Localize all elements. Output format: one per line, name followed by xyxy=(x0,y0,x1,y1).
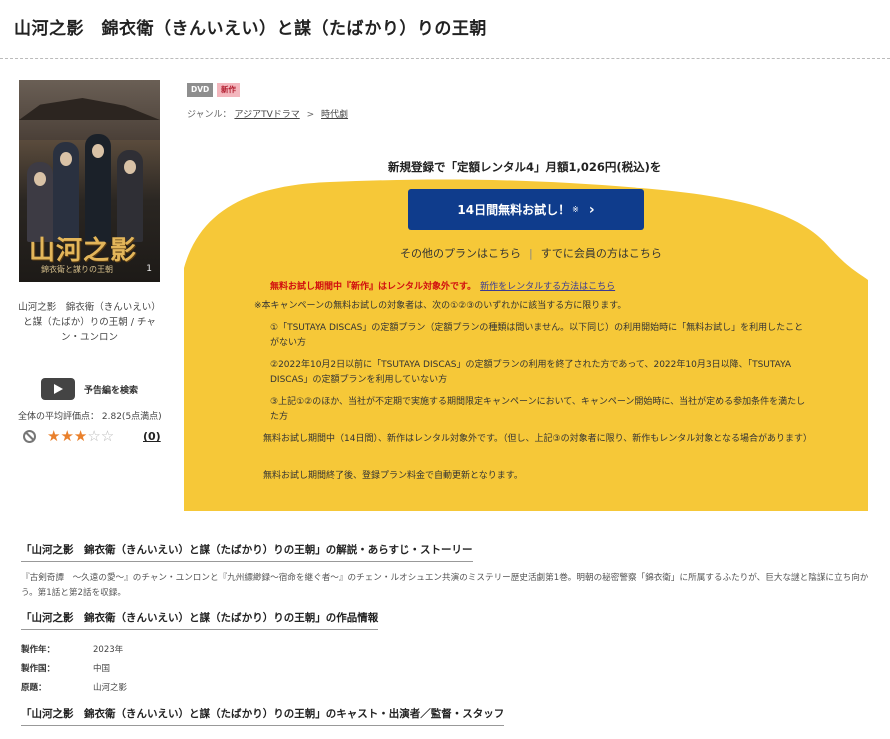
genre-link-asia-tv-drama[interactable]: アジアTVドラマ xyxy=(234,110,299,120)
genre-breadcrumb: ジャンル： アジアTVドラマ > 時代劇 xyxy=(187,107,348,120)
poster-caption: 山河之影 錦衣衛（きんいえい）と謀（たばか）りの王朝 / チャン・ユンロン xyxy=(18,302,161,343)
genre-label: ジャンル： xyxy=(187,110,232,120)
rating-value: 2.82(5点満点) xyxy=(101,412,162,422)
cover-volume: 1 xyxy=(146,264,152,274)
cover-face xyxy=(124,160,136,174)
trial-new-release-note: 無料お試し期間中（14日間）、新作はレンタル対象外です。（但し、上記③の対象者に… xyxy=(263,434,812,444)
info-key: 原題： xyxy=(21,683,47,693)
cover-subtitle: 錦衣衛と謀りの王朝 xyxy=(41,265,113,274)
average-rating: 全体の平均評価点： 2.82(5点満点) xyxy=(18,409,162,422)
synopsis-section-title: 「山河之影 錦衣衛（きんいえい）と謀（たばかり）りの王朝」の解説・あらすじ・スト… xyxy=(21,542,473,562)
page-title: 山河之影 錦衣衛（きんいえい）と謀（たばかり）りの王朝 xyxy=(14,19,487,39)
trial-condition-1: ①「TSUTAYA DISCAS」の定額プラン（定額プランの種類は問いません。以… xyxy=(270,323,804,348)
review-count-link[interactable]: (0) xyxy=(143,430,161,443)
info-value: 2023年 xyxy=(93,645,124,655)
free-trial-note-mark: ※ xyxy=(572,205,579,214)
dvd-cover-image[interactable]: 山河之影 錦衣衛と謀りの王朝 1 xyxy=(19,80,160,282)
trailer-play-button[interactable] xyxy=(41,378,75,400)
link-separator: | xyxy=(529,247,533,260)
genre-link-period-drama[interactable]: 時代劇 xyxy=(321,110,348,120)
stars-empty: ☆☆ xyxy=(87,427,115,445)
genre-separator: > xyxy=(306,110,315,120)
info-key: 製作国： xyxy=(21,664,56,674)
cover-face xyxy=(34,172,46,186)
new-release-warning: 無料お試し期間中『新作』はレンタル対象外です。 新作をレンタルする方法はこちら xyxy=(270,279,615,292)
dvd-badge: DVD xyxy=(187,83,214,97)
promo-headline: 新規登録で「定額レンタル4」月額1,026円(税込)を xyxy=(388,160,662,174)
new-release-warning-text: 無料お試し期間中『新作』はレンタル対象外です。 xyxy=(270,282,477,292)
trial-eligibility-intro: ※本キャンペーンの無料お試しの対象者は、次の①②③のいずれかに該当する方に限りま… xyxy=(254,301,627,311)
info-row-production-country: 製作国： 中国 xyxy=(21,662,110,674)
member-login-link[interactable]: すでに会員の方はこちら xyxy=(541,247,662,260)
plan-links: その他のプランはこちら | すでに会員の方はこちら xyxy=(400,245,662,261)
synopsis-text: 『古剣奇譚 ～久遠の愛～』のチャン・ユンロンと『九州縹緲録～宿命を継ぐ者～』のチ… xyxy=(21,573,869,598)
other-plans-link[interactable]: その他のプランはこちら xyxy=(400,247,521,260)
cast-section-title: 「山河之影 錦衣衛（きんいえい）と謀（たばかり）りの王朝」のキャスト・出演者／監… xyxy=(21,706,505,726)
star-rating: ★★★☆☆ xyxy=(47,427,114,445)
info-row-production-year: 製作年： 2023年 xyxy=(21,643,123,655)
cover-logo: 山河之影 xyxy=(29,236,138,266)
new-release-howto-link[interactable]: 新作をレンタルする方法はこちら xyxy=(480,282,615,292)
info-value: 山河之影 xyxy=(93,683,128,693)
free-trial-button[interactable]: 14日間無料お試し！ ※ › xyxy=(408,189,644,230)
stars-filled: ★★★ xyxy=(47,427,88,445)
trial-renewal-note: 無料お試し期間終了後、登録プラン料金で自動更新となります。 xyxy=(263,471,523,481)
new-release-badge: 新作 xyxy=(217,83,240,97)
prohibited-icon[interactable] xyxy=(23,430,36,443)
title-divider xyxy=(0,58,890,59)
cover-face xyxy=(92,144,104,158)
trial-condition-3: ③上記①②のほか、当社が不定期で実施する期間限定キャンペーンにおいて、キャンペー… xyxy=(270,397,806,422)
work-info-section-title: 「山河之影 錦衣衛（きんいえい）と謀（たばかり）りの王朝」の作品情報 xyxy=(21,610,379,630)
trial-condition-2: ②2022年10月2日以前に「TSUTAYA DISCAS」の定額プランの利用を… xyxy=(270,360,792,385)
trailer-search-link[interactable]: 予告編を検索 xyxy=(84,383,138,396)
info-key: 製作年： xyxy=(21,645,56,655)
chevron-right-icon: › xyxy=(588,201,595,218)
info-value: 中国 xyxy=(93,664,111,674)
info-row-original-title: 原題： 山河之影 xyxy=(21,681,127,693)
rating-label: 全体の平均評価点： xyxy=(18,412,100,422)
free-trial-label: 14日間無料お試し！ xyxy=(457,203,571,217)
cover-face xyxy=(60,152,72,166)
